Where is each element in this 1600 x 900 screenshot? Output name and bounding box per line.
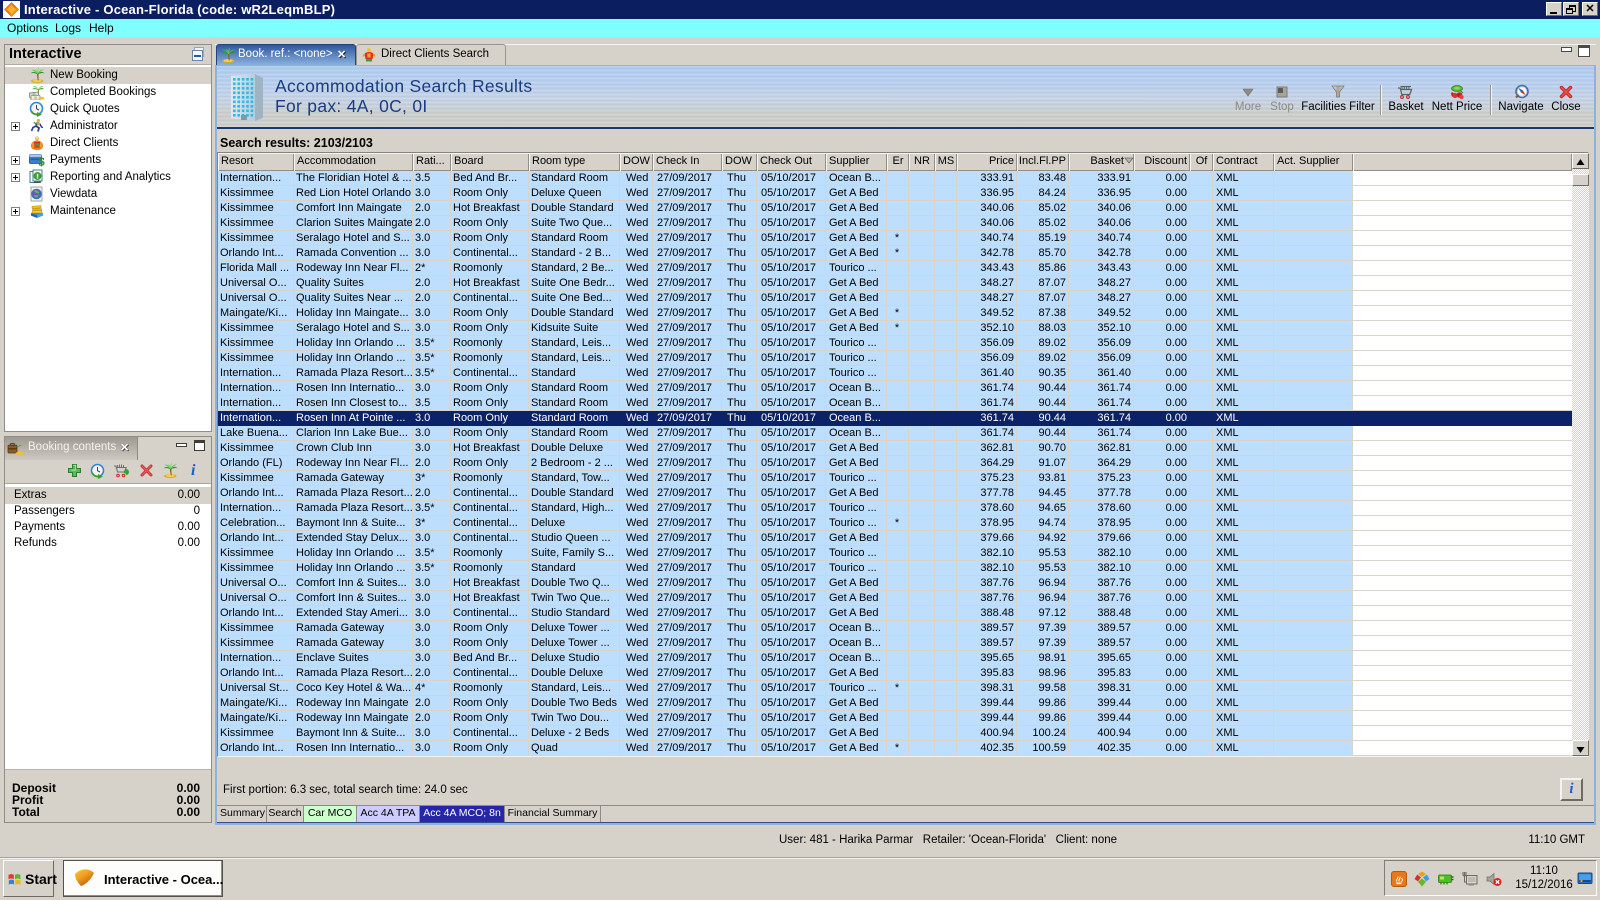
svg-text:$: $ (39, 155, 45, 168)
